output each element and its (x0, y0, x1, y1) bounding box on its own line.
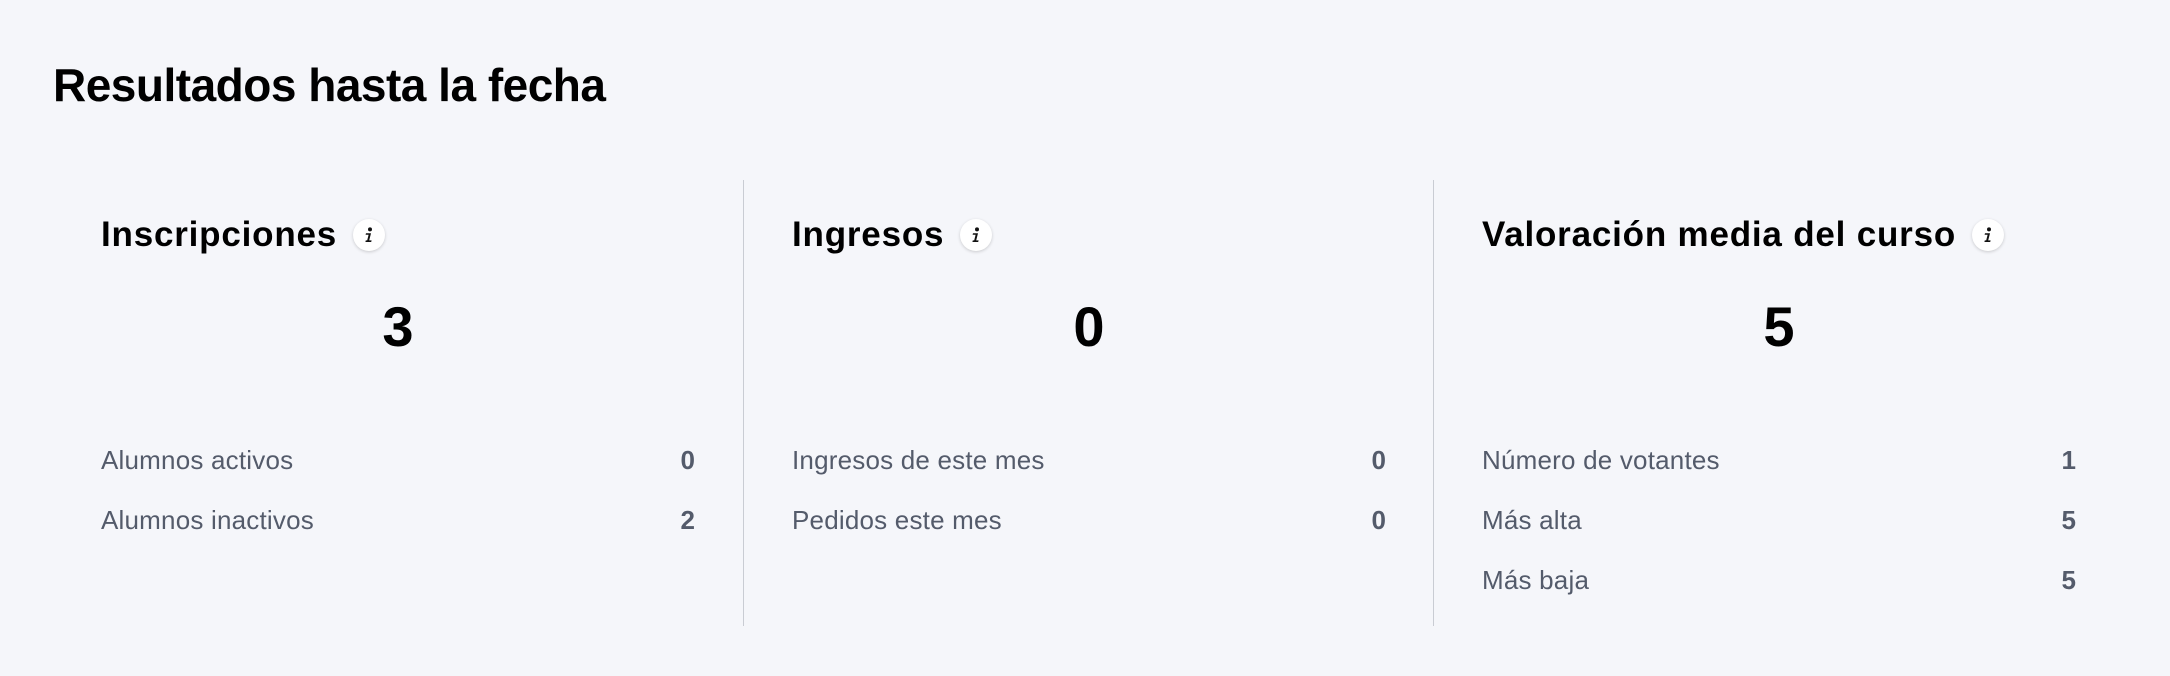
panel-average-rating: Valoración media del curso 5 Número de v… (1433, 180, 2123, 626)
stat-value: 0 (1371, 444, 1386, 475)
panel-title: Valoración media del curso (1482, 215, 1957, 254)
stats-list: Alumnos activos 0 Alumnos inactivos 2 (101, 430, 695, 550)
info-button[interactable] (353, 219, 386, 251)
stat-row-highest: Más alta 5 (1482, 490, 2076, 550)
stat-row-lowest: Más baja 5 (1482, 550, 2076, 610)
stat-row-voters: Número de votantes 1 (1482, 430, 2076, 490)
stat-label: Alumnos inactivos (101, 504, 314, 535)
stat-value: 1 (2061, 444, 2076, 475)
stat-label: Pedidos este mes (792, 504, 1002, 535)
panel-header: Ingresos (792, 210, 993, 260)
stat-value: 0 (680, 444, 695, 475)
revenue-value: 0 (1073, 295, 1105, 358)
rating-value: 5 (1763, 295, 1795, 358)
panel-enrollments: Inscripciones 3 Alumnos activos 0 Alumno… (53, 180, 743, 626)
stat-row-inactive-students: Alumnos inactivos 2 (101, 490, 695, 550)
info-icon (972, 227, 980, 242)
results-panels: Inscripciones 3 Alumnos activos 0 Alumno… (53, 180, 2123, 626)
page-title: Resultados hasta la fecha (53, 59, 606, 111)
stat-label: Más baja (1482, 564, 1590, 595)
stat-label: Alumnos activos (101, 444, 294, 475)
stats-list: Número de votantes 1 Más alta 5 Más baja… (1482, 430, 2076, 610)
stat-label: Más alta (1482, 504, 1582, 535)
stat-value: 2 (680, 504, 695, 535)
panel-title: Ingresos (792, 215, 945, 254)
panel-header: Valoración media del curso (1482, 210, 2005, 260)
stat-value: 5 (2061, 564, 2076, 595)
panel-title: Inscripciones (101, 215, 338, 254)
stat-value: 0 (1371, 504, 1386, 535)
stat-row-active-students: Alumnos activos 0 (101, 430, 695, 490)
panel-header: Inscripciones (101, 210, 386, 260)
enrollments-value: 3 (382, 295, 414, 358)
panel-revenue: Ingresos 0 Ingresos de este mes 0 Pedido… (743, 180, 1433, 626)
stat-value: 5 (2061, 504, 2076, 535)
stat-label: Ingresos de este mes (792, 444, 1045, 475)
info-button[interactable] (1972, 219, 2005, 251)
info-icon (365, 227, 373, 242)
info-icon (1984, 227, 1992, 242)
stat-row-revenue-this-month: Ingresos de este mes 0 (792, 430, 1386, 490)
stats-list: Ingresos de este mes 0 Pedidos este mes … (792, 430, 1386, 550)
info-button[interactable] (960, 219, 993, 251)
stat-row-orders-this-month: Pedidos este mes 0 (792, 490, 1386, 550)
stat-label: Número de votantes (1482, 444, 1720, 475)
